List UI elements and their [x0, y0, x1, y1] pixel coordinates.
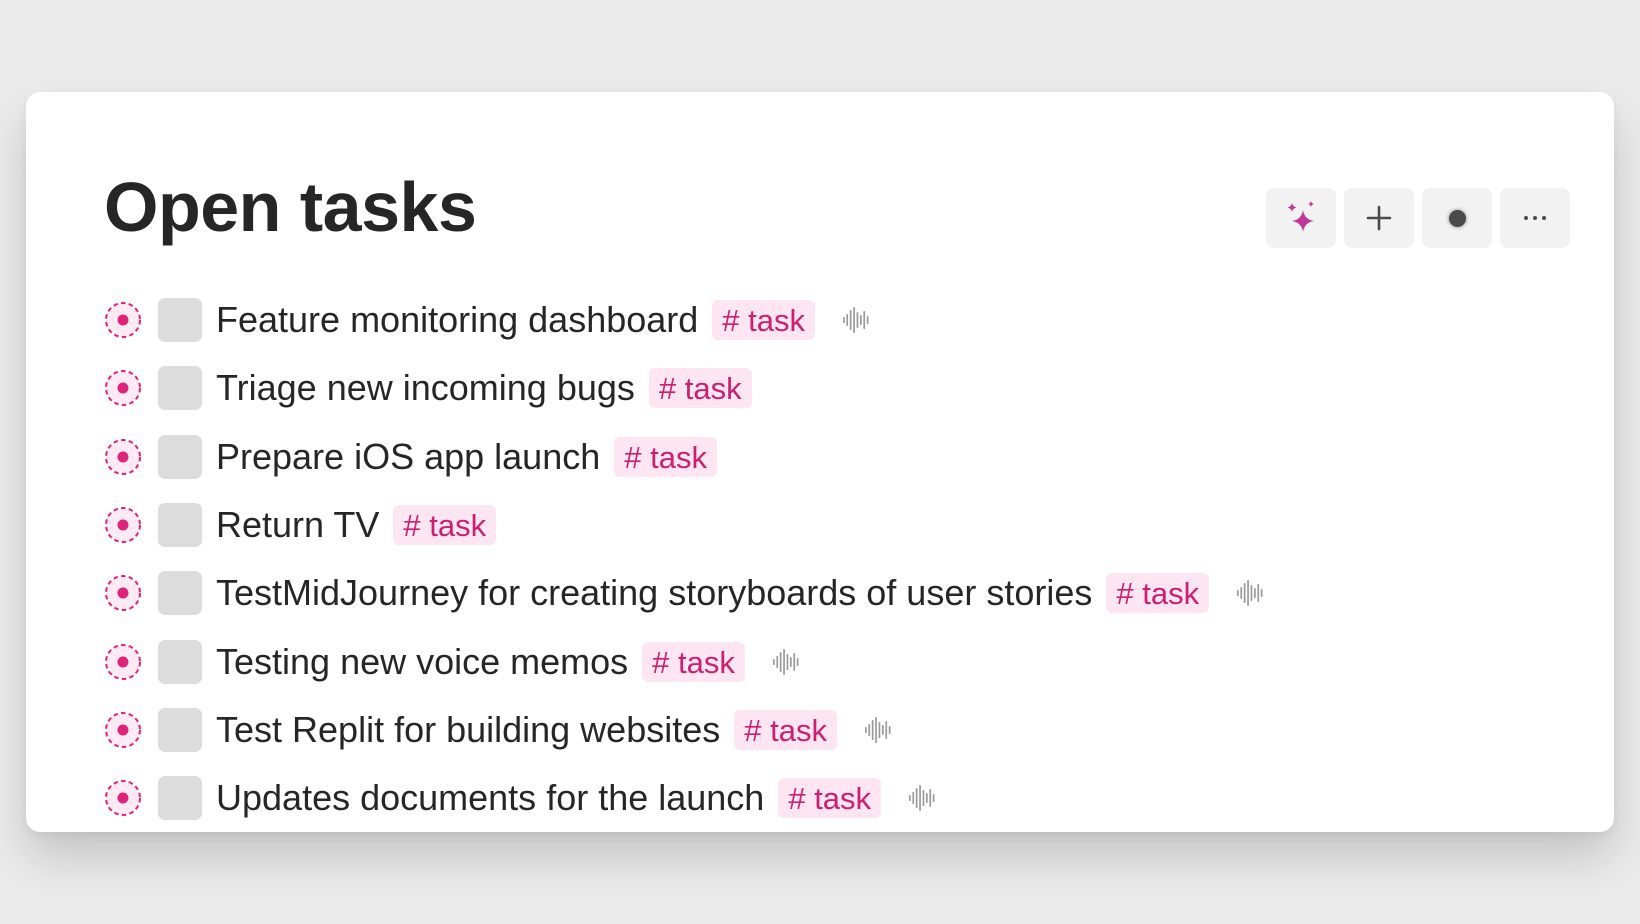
task-text[interactable]: Prepare iOS app launch	[216, 438, 600, 475]
record-icon	[1448, 209, 1466, 227]
record-button[interactable]	[1422, 188, 1492, 248]
priority-icon[interactable]	[104, 438, 142, 476]
task-checkbox[interactable]	[158, 298, 202, 343]
voice-memo-icon[interactable]	[771, 648, 801, 675]
task-row[interactable]: Testing new voice memos # task	[104, 627, 1584, 695]
task-checkbox[interactable]	[158, 434, 202, 479]
page-title: Open tasks	[104, 168, 477, 246]
task-row[interactable]: TestMidJourney for creating storyboards …	[104, 559, 1584, 627]
task-row[interactable]: Updates documents for the launch # task	[104, 764, 1584, 832]
task-checkbox[interactable]	[158, 639, 202, 684]
plus-icon	[1366, 205, 1392, 231]
task-text[interactable]: Feature monitoring dashboard	[216, 302, 698, 338]
priority-icon[interactable]	[104, 711, 142, 749]
add-button[interactable]	[1344, 188, 1414, 248]
task-tag[interactable]: # task	[614, 436, 717, 477]
priority-icon[interactable]	[104, 301, 142, 339]
toolbar	[1266, 188, 1570, 248]
task-tag[interactable]: # task	[1106, 573, 1210, 614]
sparkles-icon	[1287, 201, 1314, 232]
ai-button[interactable]	[1266, 188, 1336, 248]
task-row[interactable]: Return TV # task	[104, 491, 1584, 559]
voice-memo-icon[interactable]	[1235, 580, 1265, 607]
task-tag[interactable]: # task	[778, 778, 882, 819]
priority-icon[interactable]	[104, 506, 142, 544]
more-options-button[interactable]	[1500, 188, 1570, 248]
priority-icon[interactable]	[104, 574, 142, 612]
voice-memo-icon[interactable]	[841, 307, 871, 334]
task-checkbox[interactable]	[158, 776, 202, 821]
task-tag[interactable]: # task	[734, 709, 837, 750]
task-checkbox[interactable]	[158, 503, 202, 548]
voice-memo-icon[interactable]	[863, 716, 893, 743]
task-text[interactable]: Triage new incoming bugs	[216, 370, 635, 406]
task-list: Feature monitoring dashboard # task Triage…	[104, 286, 1584, 832]
task-text[interactable]: Updates documents for the launch	[216, 780, 764, 816]
priority-icon[interactable]	[104, 369, 142, 407]
task-row[interactable]: Test Replit for building websites # task	[104, 696, 1584, 764]
task-checkbox[interactable]	[158, 707, 202, 752]
priority-icon[interactable]	[104, 779, 142, 817]
tasks-card: Open tasks Feature monitoring dashboard …	[26, 92, 1614, 832]
priority-icon[interactable]	[104, 643, 142, 681]
task-checkbox[interactable]	[158, 366, 202, 411]
task-tag[interactable]: # task	[648, 368, 752, 409]
task-text[interactable]: TestMidJourney for creating storyboards …	[216, 575, 1092, 611]
task-text[interactable]: Testing new voice memos	[216, 643, 628, 680]
task-tag[interactable]: # task	[642, 641, 745, 682]
ellipsis-icon	[1524, 216, 1546, 220]
task-row[interactable]: Prepare iOS app launch # task	[104, 423, 1584, 491]
task-text[interactable]: Return TV	[216, 507, 379, 543]
task-tag[interactable]: # task	[712, 300, 816, 341]
task-text[interactable]: Test Replit for building websites	[216, 711, 720, 748]
voice-memo-icon[interactable]	[907, 785, 937, 812]
task-row[interactable]: Triage new incoming bugs # task	[104, 354, 1584, 422]
task-row[interactable]: Feature monitoring dashboard # task	[104, 286, 1584, 354]
task-checkbox[interactable]	[158, 571, 202, 616]
task-tag[interactable]: # task	[393, 505, 497, 546]
